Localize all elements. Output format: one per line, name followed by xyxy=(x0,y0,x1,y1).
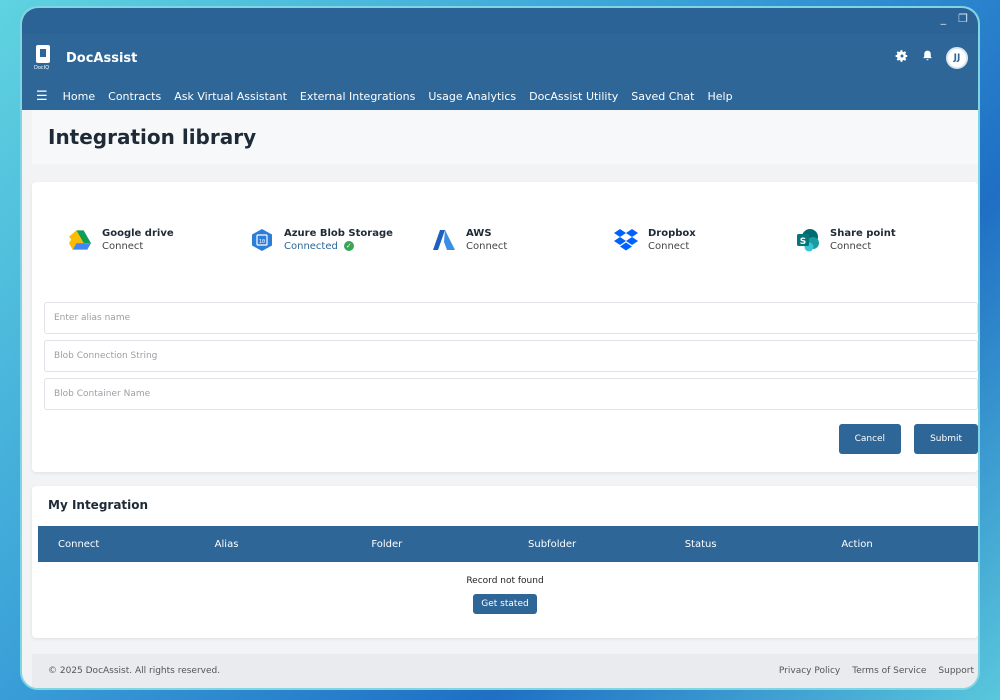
alias-input[interactable] xyxy=(44,302,978,334)
connection-string-input[interactable] xyxy=(44,340,978,372)
connect-link[interactable]: Connect xyxy=(102,241,174,252)
svg-text:S: S xyxy=(800,237,806,247)
nav-help[interactable]: Help xyxy=(707,90,732,103)
section-title: My Integration xyxy=(48,498,149,512)
connect-link[interactable]: Connect xyxy=(466,241,507,252)
page-title: Integration library xyxy=(48,125,257,149)
nav-saved-chat[interactable]: Saved Chat xyxy=(631,90,694,103)
my-integration-card: My Integration Connect Alias Folder Subf… xyxy=(32,486,978,638)
get-started-button[interactable]: Get stated xyxy=(473,594,537,614)
connection-form xyxy=(44,302,978,416)
azure-blob-icon: 10 xyxy=(250,228,274,252)
column-header: Action xyxy=(841,538,873,550)
nav-usage-analytics[interactable]: Usage Analytics xyxy=(428,90,516,103)
column-header: Connect xyxy=(58,538,100,550)
aws-icon xyxy=(432,228,456,252)
nav-docassist-utility[interactable]: DocAssist Utility xyxy=(529,90,618,103)
provider-name: Dropbox xyxy=(648,228,696,239)
check-icon: ✓ xyxy=(343,241,354,251)
integration-library-card: Google drive Connect 10 Azure Blob Stora… xyxy=(32,182,978,472)
status-text: Connected xyxy=(284,241,338,252)
provider-google-drive[interactable]: Google drive Connect xyxy=(68,228,250,252)
terms-of-service-link[interactable]: Terms of Service xyxy=(852,666,926,676)
nav-external-integrations[interactable]: External Integrations xyxy=(300,90,415,103)
column-header: Status xyxy=(684,538,717,550)
provider-name: Google drive xyxy=(102,228,174,239)
connected-status: Connected ✓ xyxy=(284,241,393,252)
logo-tag: DocIQ xyxy=(34,65,50,71)
provider-name: AWS xyxy=(466,228,492,239)
container-name-input[interactable] xyxy=(44,378,978,410)
column-header: Folder xyxy=(371,538,403,550)
cancel-button[interactable]: Cancel xyxy=(838,424,902,454)
nav-ask-virtual-assistant[interactable]: Ask Virtual Assistant xyxy=(174,90,287,103)
google-drive-icon xyxy=(68,228,92,252)
support-link[interactable]: Support xyxy=(938,666,974,676)
app-logo: DocIQ xyxy=(34,45,54,71)
title-bar: _ ❐ xyxy=(22,8,978,34)
copyright-text: © 2025 DocAssist. All rights reserved. xyxy=(48,666,221,676)
privacy-policy-link[interactable]: Privacy Policy xyxy=(779,666,840,676)
provider-list: Google drive Connect 10 Azure Blob Stora… xyxy=(32,182,978,252)
connect-link[interactable]: Connect xyxy=(648,241,696,252)
nav-home[interactable]: Home xyxy=(63,90,95,103)
menu-icon[interactable]: ☰ xyxy=(36,89,48,104)
submit-button[interactable]: Submit xyxy=(914,424,978,454)
sharepoint-icon: S xyxy=(796,228,820,252)
empty-state-text: Record not found xyxy=(466,576,544,586)
provider-aws[interactable]: AWS Connect xyxy=(432,228,614,252)
footer: © 2025 DocAssist. All rights reserved. P… xyxy=(32,654,978,688)
table-header: Connect Alias Folder Subfolder Status Ac… xyxy=(38,526,978,562)
minimize-button[interactable]: _ xyxy=(941,12,947,25)
gear-icon[interactable] xyxy=(895,49,909,67)
app-header: DocIQ DocAssist JJ xyxy=(22,34,978,82)
nav-contracts[interactable]: Contracts xyxy=(108,90,161,103)
restore-button[interactable]: ❐ xyxy=(958,12,968,25)
provider-name: Share point xyxy=(830,228,896,239)
provider-azure-blob[interactable]: 10 Azure Blob Storage Connected ✓ xyxy=(250,228,432,252)
main-nav: ☰ Home Contracts Ask Virtual Assistant E… xyxy=(22,82,978,110)
provider-sharepoint[interactable]: S Share point Connect xyxy=(796,228,978,252)
provider-name: Azure Blob Storage xyxy=(284,228,393,239)
dropbox-icon xyxy=(614,228,638,252)
avatar[interactable]: JJ xyxy=(946,47,968,69)
app-window: _ ❐ DocIQ DocAssist JJ ☰ Home Contracts … xyxy=(20,6,980,690)
page-header: Integration library xyxy=(32,110,978,164)
connect-link[interactable]: Connect xyxy=(830,241,896,252)
column-header: Subfolder xyxy=(528,538,577,550)
provider-dropbox[interactable]: Dropbox Connect xyxy=(614,228,796,252)
svg-text:10: 10 xyxy=(259,239,265,245)
column-header: Alias xyxy=(214,538,239,550)
bell-icon[interactable] xyxy=(921,49,934,67)
app-name: DocAssist xyxy=(66,50,138,66)
